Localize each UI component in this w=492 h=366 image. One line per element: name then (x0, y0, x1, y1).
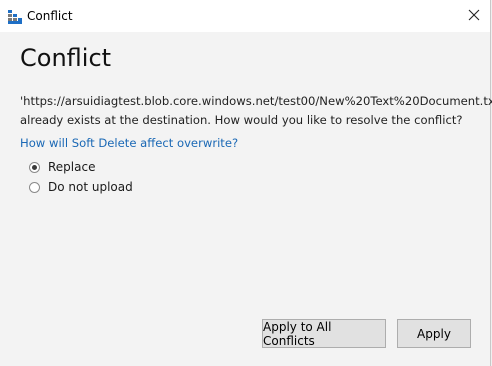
replace-option[interactable]: Replace (29, 158, 95, 176)
replace-label: Replace (48, 160, 96, 174)
radio-selected-dot (32, 164, 37, 170)
soft-delete-help-link[interactable]: How will Soft Delete affect overwrite? (20, 134, 238, 152)
do-not-upload-label: Do not upload (48, 180, 133, 194)
conflict-message: 'https://arsuidiagtest.blob.core.windows… (20, 92, 492, 130)
dialog-heading: Conflict (20, 44, 112, 72)
conflict-message-line1: 'https://arsuidiagtest.blob.core.windows… (20, 94, 492, 108)
apply-to-all-conflicts-button[interactable]: Apply to All Conflicts (262, 319, 386, 348)
do-not-upload-radio[interactable] (29, 181, 40, 193)
conflict-message-line2: already exists at the destination. How w… (20, 113, 463, 127)
conflict-dialog: Conflict Conflict 'https://arsuidiagtest… (0, 0, 492, 366)
apply-button[interactable]: Apply (397, 319, 471, 348)
storage-explorer-icon (8, 9, 22, 24)
close-icon (468, 6, 480, 25)
do-not-upload-option[interactable]: Do not upload (29, 178, 133, 196)
title-bar[interactable]: Conflict (0, 0, 490, 32)
window-title: Conflict (27, 9, 73, 23)
close-button[interactable] (458, 0, 490, 30)
replace-radio[interactable] (29, 161, 40, 173)
